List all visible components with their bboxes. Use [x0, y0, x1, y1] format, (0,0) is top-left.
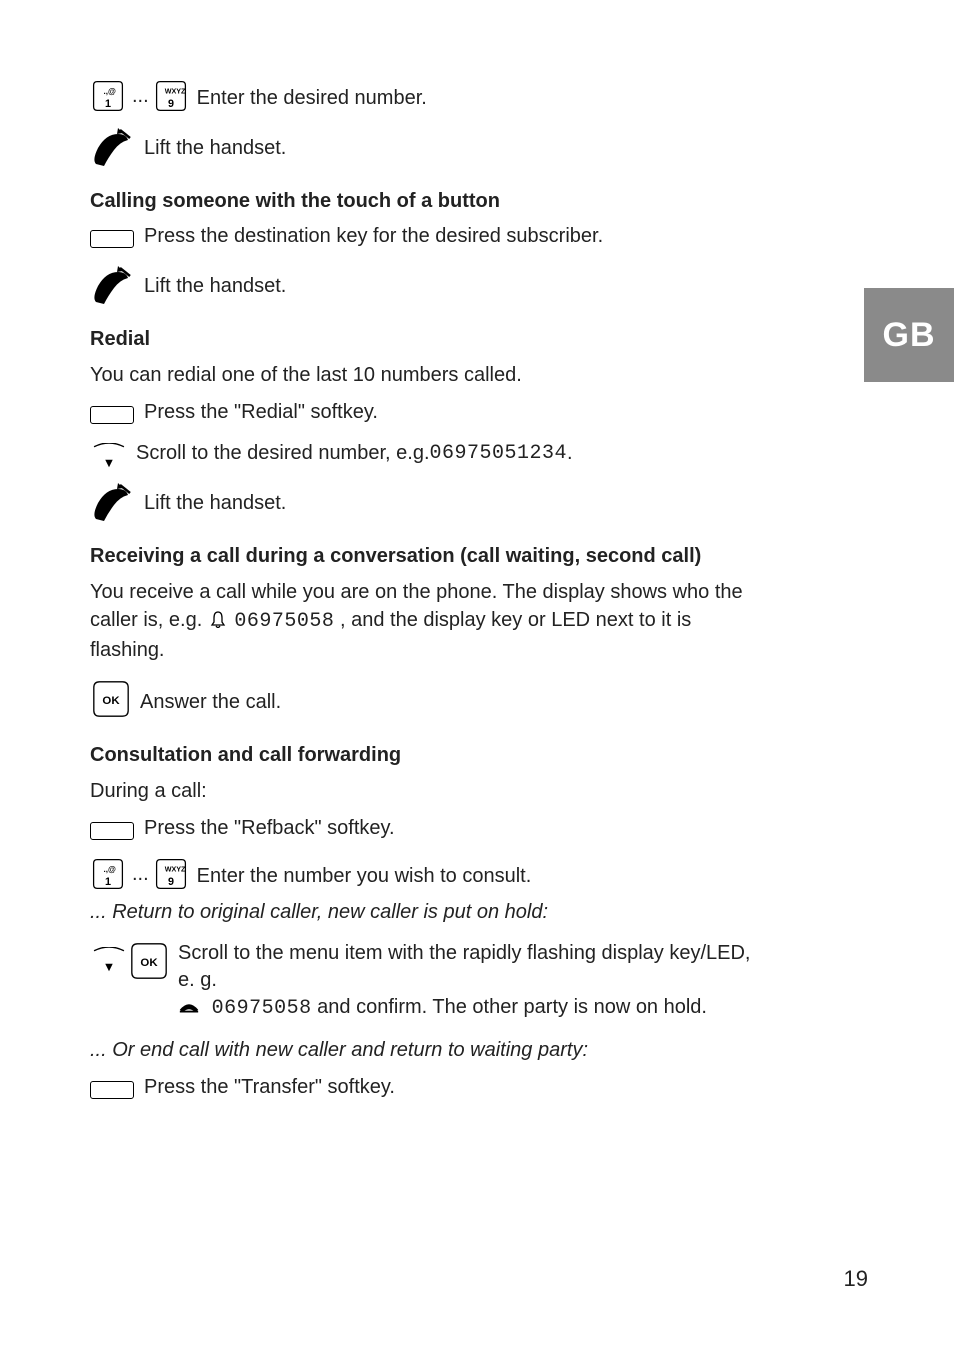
section-intro: You receive a call while you are on the … — [90, 578, 768, 664]
svg-text:1: 1 — [105, 98, 111, 110]
ellipsis-text: ... — [132, 861, 149, 888]
keypad-1-icon: .,@ 1 — [90, 78, 126, 112]
step-text-wrap: Scroll to the menu item with the rapidly… — [178, 940, 768, 1022]
keypad-1-icon: .,@ 1 — [90, 856, 126, 890]
bell-icon — [210, 610, 226, 628]
lift-handset-icon — [90, 126, 136, 170]
step-enter-number: .,@ 1 ... WXYZ 9 Enter the desired number. — [90, 78, 768, 112]
softkey-icon — [90, 822, 134, 840]
svg-text:OK: OK — [102, 695, 120, 707]
section-call-waiting: Receiving a call during a conversation (… — [90, 545, 768, 716]
step-lift-handset-1: Lift the handset. — [90, 126, 768, 162]
svg-text:.,@: .,@ — [104, 87, 116, 96]
side-tab-language: GB — [864, 288, 954, 382]
scroll-down-icon — [90, 947, 128, 975]
svg-text:WXYZ: WXYZ — [164, 864, 185, 873]
step-text-post: . — [567, 440, 573, 467]
return-original-text: ... Return to original caller, new calle… — [90, 898, 768, 926]
section-touch-button: Calling someone with the touch of a butt… — [90, 190, 768, 300]
step-text-pre: Scroll to the menu item with the rapidly… — [178, 942, 751, 991]
example-number: 06975051234 — [430, 440, 568, 467]
ok-button-icon: OK — [128, 940, 170, 982]
step-lift-handset-2: Lift the handset. — [90, 264, 768, 300]
step-text: Answer the call. — [140, 689, 281, 716]
section-heading: Calling someone with the touch of a butt… — [90, 190, 768, 213]
section-heading: Consultation and call forwarding — [90, 744, 768, 767]
section-intro: You can redial one of the last 10 number… — [90, 361, 768, 389]
step-press-refback: Press the "Refback" softkey. — [90, 815, 768, 842]
step-scroll-confirm: OK Scroll to the menu item with the rapi… — [90, 940, 768, 1022]
step-press-transfer: Press the "Transfer" softkey. — [90, 1074, 768, 1101]
step-text: Enter the desired number. — [197, 85, 427, 112]
handset-flat-icon — [178, 1000, 200, 1014]
keypad-9-icon: WXYZ 9 — [153, 856, 189, 890]
step-press-redial: Press the "Redial" softkey. — [90, 399, 768, 426]
step-text-pre: Scroll to the desired number, e.g. — [136, 440, 430, 467]
step-text: Lift the handset. — [144, 490, 286, 517]
ok-button-icon: OK — [90, 678, 132, 720]
lift-handset-icon — [90, 264, 136, 308]
example-number: 06975058 — [234, 610, 334, 633]
or-end-text: ... Or end call with new caller and retu… — [90, 1036, 768, 1064]
section-consultation: Consultation and call forwarding During … — [90, 744, 768, 1101]
step-enter-consult-number: .,@ 1 ... WXYZ 9 Enter the number you wish… — [90, 856, 768, 890]
keypad-9-icon: WXYZ 9 — [153, 78, 189, 112]
scroll-down-icon — [90, 443, 128, 471]
svg-text:WXYZ: WXYZ — [164, 86, 185, 95]
softkey-icon — [90, 230, 134, 248]
step-text: Press the "Transfer" softkey. — [144, 1074, 395, 1101]
step-text: Enter the number you wish to consult. — [197, 863, 532, 890]
lift-handset-icon — [90, 481, 136, 525]
section-heading: Redial — [90, 328, 768, 351]
svg-text:1: 1 — [105, 876, 111, 888]
step-text: Lift the handset. — [144, 135, 286, 162]
step-text-post: and confirm. The other party is now on h… — [317, 996, 707, 1018]
page-content: .,@ 1 ... WXYZ 9 Enter the desired number.… — [0, 0, 840, 1101]
step-lift-handset-3: Lift the handset. — [90, 481, 768, 517]
svg-text:.,@: .,@ — [104, 865, 116, 874]
svg-text:9: 9 — [168, 876, 174, 888]
step-scroll-number: Scroll to the desired number, e.g. 06975… — [90, 440, 768, 467]
example-number: 06975058 — [212, 997, 312, 1020]
step-press-destination: Press the destination key for the desire… — [90, 223, 768, 250]
step-answer-call: OK Answer the call. — [90, 678, 768, 716]
step-text: Press the "Refback" softkey. — [144, 815, 395, 842]
step-text: Lift the handset. — [144, 273, 286, 300]
section-redial: Redial You can redial one of the last 10… — [90, 328, 768, 517]
ellipsis-text: ... — [132, 83, 149, 110]
step-text: Press the destination key for the desire… — [144, 223, 603, 250]
svg-text:9: 9 — [168, 98, 174, 110]
page-number: 19 — [844, 1266, 868, 1292]
softkey-icon — [90, 1081, 134, 1099]
section-heading: Receiving a call during a conversation (… — [90, 545, 768, 568]
step-text: Press the "Redial" softkey. — [144, 399, 378, 426]
svg-text:OK: OK — [140, 957, 158, 969]
during-call-text: During a call: — [90, 777, 768, 805]
softkey-icon — [90, 406, 134, 424]
